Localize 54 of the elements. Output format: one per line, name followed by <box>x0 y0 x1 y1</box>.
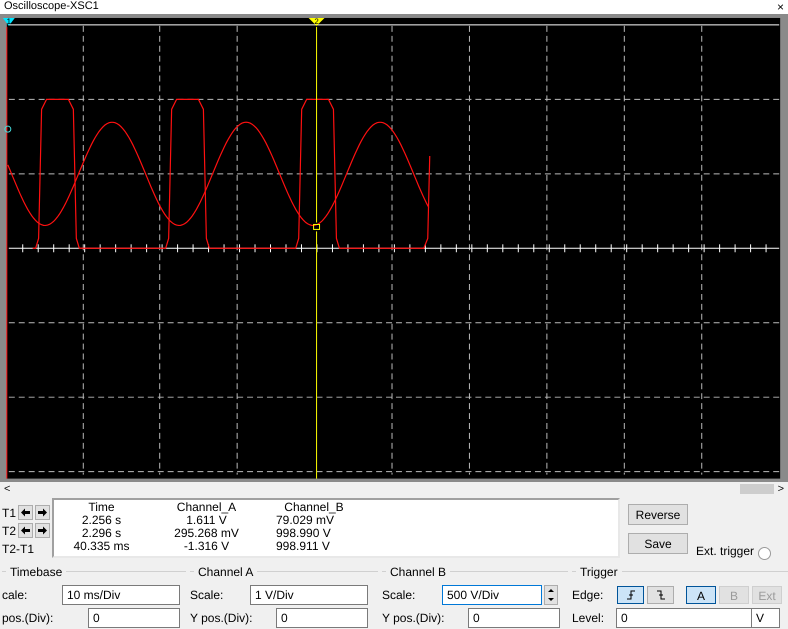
level-field[interactable]: 0 <box>616 608 752 628</box>
spinner-icon[interactable] <box>544 584 558 605</box>
left-arrow-button[interactable] <box>18 505 34 520</box>
cursor-label: T1 <box>1 506 16 520</box>
radio-button[interactable] <box>758 546 772 560</box>
position-field[interactable]: 0 <box>88 608 180 628</box>
column-header: Channel_B <box>283 501 345 514</box>
field-label: Edge: <box>572 586 604 604</box>
field-label: Level: <box>572 610 606 627</box>
field-label: pos.(Div): <box>2 610 54 627</box>
scale-field[interactable]: 1 V/Div <box>250 584 368 605</box>
cursor-label: T2-T1 <box>1 542 34 556</box>
scroll-left-button[interactable]: < <box>4 481 10 498</box>
table-cell-text: 295.268 mV <box>173 527 240 540</box>
table-cell-text: 998.990 V <box>275 527 332 540</box>
field-label: cale: <box>2 586 28 604</box>
close-button[interactable]: × <box>776 0 784 13</box>
ext-trigger-label: Ext. trigger <box>696 542 754 560</box>
right-arrow-button[interactable] <box>35 505 50 520</box>
cursor-intersection-icon <box>313 224 320 230</box>
table-cell-text: 2.296 s <box>80 527 122 540</box>
field-label: Y pos.(Div): <box>190 610 254 627</box>
source-button[interactable]: A <box>686 586 716 604</box>
window-title: Oscilloscope-XSC1 <box>4 1 99 12</box>
scale-field[interactable]: 500 V/Div <box>442 584 542 605</box>
scroll-right-button[interactable]: > <box>778 481 784 498</box>
field-label: Scale: <box>382 586 416 604</box>
rising-edge-button[interactable] <box>617 586 644 604</box>
cursor-marker[interactable]: 1 <box>2 16 15 26</box>
scale-field[interactable]: 10 ms/Div <box>62 584 180 605</box>
falling-edge-button[interactable] <box>647 586 674 604</box>
scrollbar-thumb[interactable] <box>740 484 774 494</box>
right-arrow-button[interactable] <box>35 523 50 538</box>
left-arrow-button[interactable] <box>18 523 34 538</box>
rising-edge-icon <box>626 590 636 600</box>
trigger-point-icon <box>4 126 12 133</box>
position-field[interactable]: 0 <box>276 608 368 628</box>
table-cell-text: 998.911 V <box>275 540 331 554</box>
table-cell-text: 2.256 s <box>80 514 122 528</box>
table-cell-text: 40.335 ms <box>72 540 131 554</box>
field-label: Scale: <box>190 586 224 604</box>
column-header: Channel_A <box>176 501 238 514</box>
table-cell-text: -1.316 V <box>182 540 230 554</box>
field-label: Y pos.(Div): <box>382 610 446 627</box>
action-button[interactable]: Reverse <box>628 504 688 526</box>
cursor-marker[interactable]: 2 <box>308 16 324 26</box>
column-header: Time <box>87 501 116 514</box>
table-cell-text: 79.029 mV <box>275 514 334 528</box>
action-button[interactable]: Save <box>628 533 688 554</box>
table-cell-text: 1.611 V <box>186 514 227 528</box>
falling-edge-icon <box>656 590 666 600</box>
cursor-label: T2 <box>1 524 16 538</box>
unit-field: V <box>752 608 780 628</box>
position-field[interactable]: 0 <box>468 608 560 628</box>
